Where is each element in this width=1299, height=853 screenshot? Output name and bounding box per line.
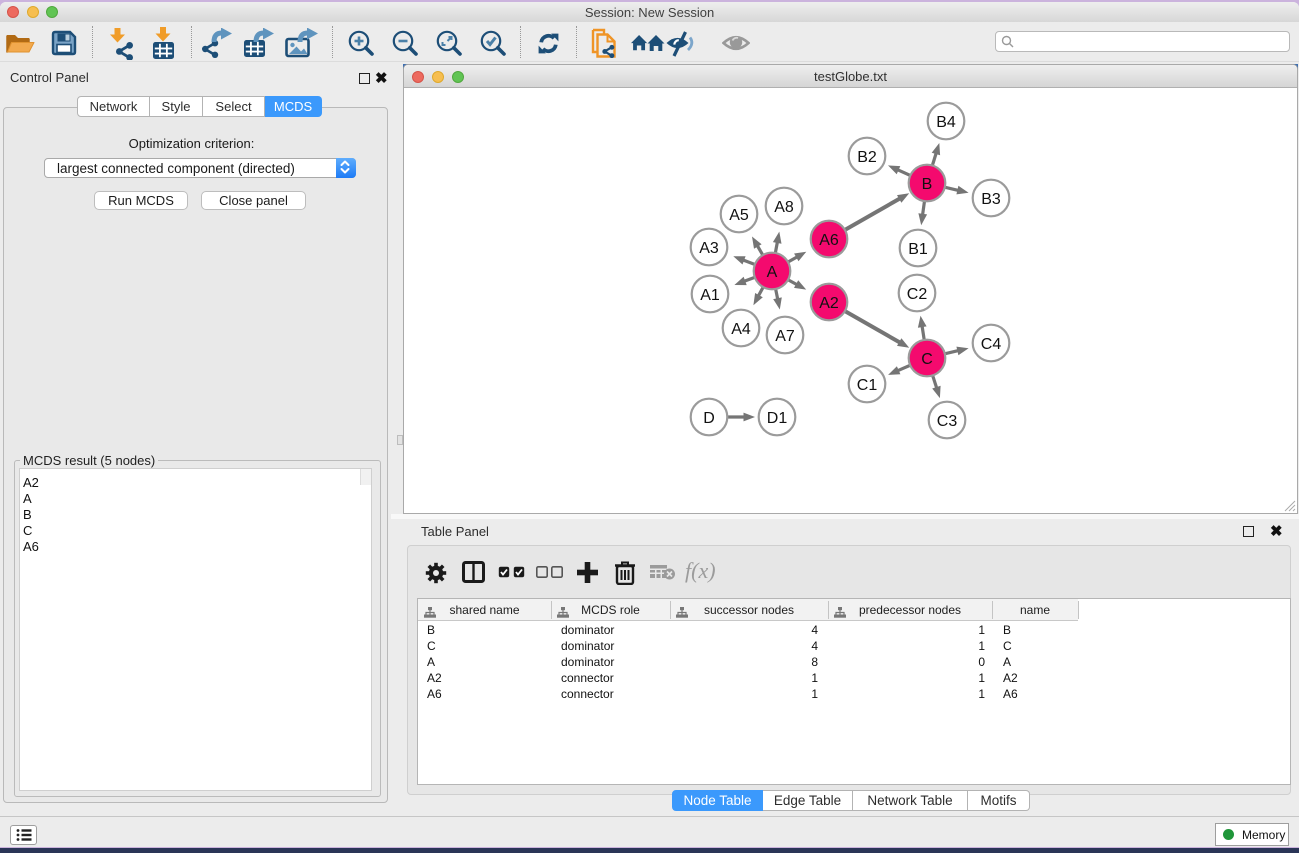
svg-text:D1: D1 [767, 410, 788, 427]
svg-text:B4: B4 [936, 114, 956, 131]
svg-text:C: C [921, 351, 933, 368]
svg-text:A7: A7 [775, 328, 795, 345]
svg-text:D: D [703, 410, 715, 427]
svg-text:B: B [922, 176, 933, 193]
svg-text:C3: C3 [937, 413, 958, 430]
svg-text:C4: C4 [981, 336, 1002, 353]
svg-text:A4: A4 [731, 321, 751, 338]
svg-text:C2: C2 [907, 286, 928, 303]
svg-text:C1: C1 [857, 377, 878, 394]
svg-text:A: A [767, 264, 778, 281]
svg-text:A2: A2 [819, 295, 839, 312]
svg-text:A1: A1 [700, 287, 720, 304]
svg-text:B3: B3 [981, 191, 1001, 208]
svg-text:A6: A6 [819, 232, 839, 249]
svg-text:A3: A3 [699, 240, 719, 257]
svg-text:A5: A5 [729, 207, 749, 224]
svg-text:B2: B2 [857, 149, 877, 166]
svg-text:A8: A8 [774, 199, 794, 216]
svg-text:B1: B1 [908, 241, 928, 258]
